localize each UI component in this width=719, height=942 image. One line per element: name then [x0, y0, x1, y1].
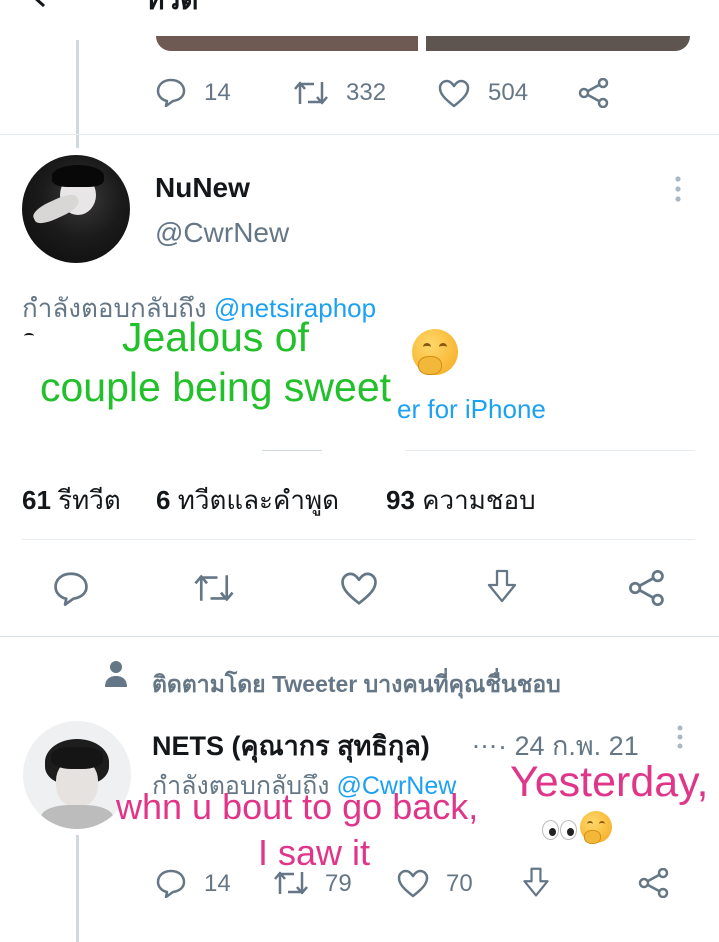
stat-likes-count: 93 [386, 485, 415, 515]
overlay-caption-pink-yesterday: Yesterday, [510, 758, 709, 806]
more-options-icon[interactable] [675, 724, 685, 750]
divider [22, 539, 695, 540]
tweet-text-fragment [24, 333, 34, 339]
prev-tweet-image-right[interactable] [426, 36, 690, 51]
tweet-author-handle[interactable]: @CwrNew [155, 217, 289, 249]
stat-likes-label: ความชอบ [422, 485, 536, 515]
prev-retweet-count: 332 [346, 79, 387, 106]
hand-over-mouth-emoji-icon [412, 329, 458, 375]
like-icon[interactable] [339, 570, 379, 606]
divider [0, 636, 719, 637]
divider [0, 134, 719, 135]
stat-quote-tweets[interactable]: 6 ทวีตและคำพูด [156, 480, 339, 521]
thread-line [76, 835, 79, 942]
person-icon [104, 660, 128, 688]
overlay-caption-green-2: couple being sweet [40, 364, 392, 410]
thread-line [76, 40, 79, 148]
share-icon[interactable] [628, 570, 666, 606]
download-icon[interactable] [484, 568, 520, 606]
hand-over-mouth-emoji-icon [580, 811, 612, 844]
tweet-source[interactable]: er for iPhone [397, 394, 546, 425]
stat-quote-tweets-label: ทวีตและคำพูด [177, 485, 339, 515]
retweet-icon[interactable] [192, 570, 236, 606]
reply-icon[interactable] [155, 77, 187, 107]
download-icon[interactable] [520, 866, 552, 900]
social-context: ติดตามโดย Tweeter บางคนที่คุณชื่นชอบ [152, 671, 561, 697]
stat-retweets[interactable]: 61 รีทวีต [22, 480, 121, 521]
retweet-icon[interactable] [272, 868, 310, 898]
avatar[interactable] [22, 155, 130, 263]
overlay-caption-pink-1: whn u bout to go back, [116, 786, 479, 827]
reply-name-ellipsis: … [471, 724, 498, 754]
prev-reply-count: 14 [204, 79, 231, 106]
like-icon[interactable] [437, 78, 471, 108]
stat-quote-tweets-count: 6 [156, 485, 171, 515]
retweet-icon[interactable] [292, 78, 330, 108]
reply-reply-count: 14 [204, 870, 231, 897]
reply-author-name[interactable]: NETS (คุณากร สุทธิกุล) [152, 724, 430, 767]
back-arrow-icon[interactable] [30, 0, 60, 13]
share-icon[interactable] [578, 78, 610, 108]
stat-retweets-label: รีทวีต [58, 485, 121, 515]
reply-like-count: 70 [446, 870, 473, 897]
stat-likes[interactable]: 93 ความชอบ [386, 480, 536, 521]
avatar[interactable] [23, 721, 131, 829]
reply-retweet-count: 79 [325, 870, 352, 897]
divider [262, 450, 322, 451]
stat-retweets-count: 61 [22, 485, 51, 515]
prev-tweet-image-left[interactable] [156, 36, 418, 51]
like-icon[interactable] [396, 868, 430, 898]
reply-icon[interactable] [52, 570, 90, 606]
share-icon[interactable] [638, 868, 670, 898]
header-title: ทวีต [146, 0, 198, 14]
divider [405, 450, 695, 451]
reply-icon[interactable] [155, 868, 187, 898]
more-options-icon[interactable] [673, 175, 683, 203]
tweet-author-name[interactable]: NuNew [155, 172, 250, 204]
overlay-caption-green-1: Jealous of [122, 314, 309, 360]
eyes-emoji-icon [540, 818, 578, 840]
prev-like-count: 504 [488, 79, 529, 106]
